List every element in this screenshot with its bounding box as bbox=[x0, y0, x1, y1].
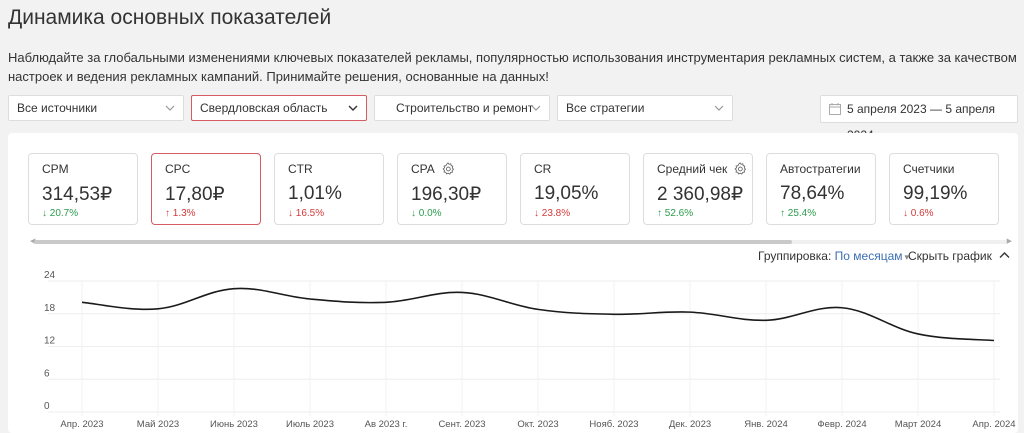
change-percent: 23.8% bbox=[541, 208, 571, 219]
metric-card-cpm[interactable]: CPM 314,53₽ ↓ 20.7% bbox=[28, 153, 138, 225]
metric-change: ↑ 52.6% bbox=[657, 208, 752, 219]
metric-cards: CPM 314,53₽ ↓ 20.7% CPC 17,80₽ ↑ 1.3% CT… bbox=[28, 153, 1008, 227]
x-tick-label: Дек. 2023 bbox=[669, 419, 711, 430]
hide-chart-label: Скрыть график bbox=[908, 249, 992, 263]
region-filter[interactable]: Свердловская область bbox=[191, 95, 367, 121]
grouping-label: Группировка: bbox=[758, 249, 832, 263]
metric-name: CTR bbox=[288, 162, 313, 176]
x-tick-label: Июль 2023 bbox=[286, 419, 334, 430]
line-chart: 0 6 12 18 24 Апр. 2023 Май 2023 Июнь 2023 Июль … bbox=[44, 270, 1016, 430]
change-percent: 16.5% bbox=[295, 208, 325, 219]
metric-name: Средний чек bbox=[657, 162, 728, 176]
change-arrow: ↑ bbox=[657, 208, 662, 219]
page-title: Динамика основных показателей bbox=[8, 6, 332, 29]
change-arrow: ↓ bbox=[288, 208, 293, 219]
change-arrow: ↑ bbox=[165, 208, 170, 219]
chevron-down-icon bbox=[165, 105, 175, 111]
y-tick-label: 18 bbox=[44, 303, 56, 314]
metric-card-cpa[interactable]: CPA 196,30₽ ↓ 0.0% bbox=[397, 153, 507, 225]
strategy-filter[interactable]: Все стратегии bbox=[557, 95, 733, 121]
region-filter-value: Свердловская область bbox=[200, 101, 328, 115]
source-filter-value: Все источники bbox=[17, 101, 98, 115]
metric-name: CPC bbox=[165, 162, 191, 176]
hide-chart-button[interactable]: Скрыть график bbox=[908, 249, 1010, 263]
metric-change: ↓ 20.7% bbox=[42, 208, 137, 219]
metric-value: 1,01% bbox=[288, 183, 342, 204]
y-tick-label: 24 bbox=[44, 270, 56, 281]
industry-filter-value: Строительство и ремонт bbox=[396, 101, 534, 115]
change-percent: 0.6% bbox=[910, 208, 934, 219]
metric-card-cpc[interactable]: CPC 17,80₽ ↑ 1.3% bbox=[151, 153, 261, 225]
date-range-picker[interactable]: 5 апреля 2023 — 5 апреля 2024 bbox=[820, 95, 1018, 142]
x-tick-label: Март 2024 bbox=[895, 419, 942, 430]
metric-value: 196,30₽ bbox=[411, 184, 482, 205]
x-tick-label: Нояб. 2023 bbox=[589, 419, 638, 430]
metric-value: 19,05% bbox=[534, 183, 599, 204]
metric-value: 17,80₽ bbox=[165, 184, 225, 205]
grouping-control: Группировка: По месяцам ▾ bbox=[758, 249, 909, 263]
metric-card-average-check[interactable]: Средний чек 2 360,98₽ ↑ 52.6% bbox=[643, 153, 753, 225]
metric-value: 314,53₽ bbox=[42, 184, 113, 205]
cards-scrollbar[interactable]: ◀ ▶ bbox=[30, 238, 1012, 245]
source-filter[interactable]: Все источники bbox=[8, 95, 184, 121]
x-tick-label: Июнь 2023 bbox=[210, 419, 258, 430]
metric-name: Автостратегии bbox=[780, 162, 861, 176]
chevron-up-icon bbox=[999, 252, 1010, 258]
x-tick-label: Ав 2023 г. bbox=[365, 419, 408, 430]
change-arrow: ↓ bbox=[903, 208, 908, 219]
change-arrow: ↑ bbox=[780, 208, 785, 219]
metric-value: 2 360,98₽ bbox=[657, 184, 744, 205]
metric-card-cr[interactable]: CR 19,05% ↓ 23.8% bbox=[520, 153, 630, 225]
metric-card-counters[interactable]: Счетчики 99,19% ↓ 0.6% bbox=[889, 153, 999, 225]
metric-change: ↓ 23.8% bbox=[534, 208, 629, 219]
page-description: Наблюдайте за глобальными изменениями кл… bbox=[8, 50, 1017, 84]
metric-card-autostrategies[interactable]: Автостратегии 78,64% ↑ 25.4% bbox=[766, 153, 876, 225]
change-arrow: ↓ bbox=[411, 208, 416, 219]
metric-value: 78,64% bbox=[780, 183, 845, 204]
metric-change: ↑ 25.4% bbox=[780, 208, 875, 219]
chevron-down-icon bbox=[348, 105, 358, 111]
change-percent: 20.7% bbox=[49, 208, 79, 219]
metric-value: 99,19% bbox=[903, 183, 968, 204]
y-tick-label: 6 bbox=[44, 368, 50, 379]
y-tick-label: 12 bbox=[44, 336, 56, 347]
change-percent: 52.6% bbox=[664, 208, 694, 219]
x-tick-label: Апр. 2024 bbox=[972, 419, 1015, 430]
metric-name: CR bbox=[534, 162, 552, 176]
gear-icon[interactable] bbox=[441, 162, 455, 176]
change-arrow: ↓ bbox=[534, 208, 539, 219]
calendar-icon bbox=[829, 103, 841, 115]
scroll-right-arrow-icon[interactable]: ▶ bbox=[1007, 238, 1012, 246]
x-tick-label: Сент. 2023 bbox=[438, 419, 485, 430]
industry-filter[interactable]: Строительство и ремонт bbox=[374, 95, 550, 121]
metric-change: ↓ 0.0% bbox=[411, 208, 506, 219]
metric-name: Счетчики bbox=[903, 162, 955, 176]
strategy-filter-value: Все стратегии bbox=[566, 101, 645, 115]
change-arrow: ↓ bbox=[42, 208, 47, 219]
metric-change: ↓ 0.6% bbox=[903, 208, 998, 219]
chevron-down-icon bbox=[531, 105, 541, 111]
metric-change: ↓ 16.5% bbox=[288, 208, 383, 219]
metric-card-ctr[interactable]: CTR 1,01% ↓ 16.5% bbox=[274, 153, 384, 225]
metric-name: CPA bbox=[411, 162, 435, 176]
y-tick-label: 0 bbox=[44, 401, 50, 412]
chevron-down-icon bbox=[714, 105, 724, 111]
metric-name: CPM bbox=[42, 162, 69, 176]
scrollbar-thumb[interactable] bbox=[34, 240, 792, 244]
x-tick-label: Апр. 2023 bbox=[60, 419, 103, 430]
grouping-dropdown[interactable]: По месяцам bbox=[835, 249, 903, 263]
gear-icon[interactable] bbox=[733, 162, 747, 176]
x-tick-label: Окт. 2023 bbox=[517, 419, 558, 430]
x-tick-label: Февр. 2024 bbox=[817, 419, 866, 430]
x-tick-label: Янв. 2024 bbox=[744, 419, 788, 430]
change-percent: 0.0% bbox=[418, 208, 442, 219]
metric-change: ↑ 1.3% bbox=[165, 208, 260, 219]
x-tick-label: Май 2023 bbox=[137, 419, 179, 430]
metrics-panel: CPM 314,53₽ ↓ 20.7% CPC 17,80₽ ↑ 1.3% CT… bbox=[8, 133, 1018, 433]
change-percent: 25.4% bbox=[787, 208, 817, 219]
change-percent: 1.3% bbox=[172, 208, 196, 219]
